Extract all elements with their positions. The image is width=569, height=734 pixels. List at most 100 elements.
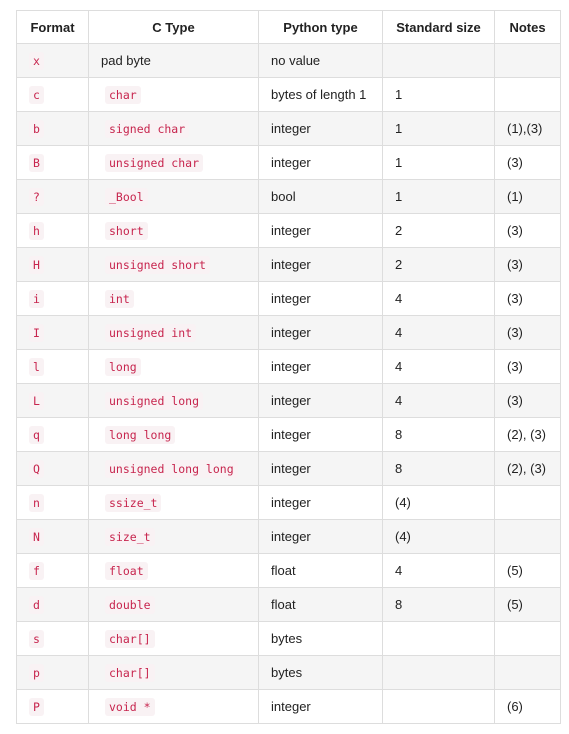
format-code: s bbox=[29, 630, 44, 648]
standard-size-cell: 4 bbox=[382, 553, 495, 588]
standard-size-cell: 1 bbox=[382, 111, 495, 146]
notes-cell: (3) bbox=[494, 315, 561, 350]
table-row: Pvoid * integer (6) bbox=[16, 689, 561, 724]
notes-cell: (3) bbox=[494, 349, 561, 384]
format-code: x bbox=[29, 52, 44, 70]
format-code: i bbox=[29, 290, 44, 308]
table-row: q long long integer 8 (2), (3) bbox=[16, 417, 561, 452]
standard-size-cell: 2 bbox=[382, 213, 495, 248]
notes-cell: (3) bbox=[494, 145, 561, 180]
standard-size-cell: 1 bbox=[382, 179, 495, 214]
table-row: Bunsigned char integer 1 (3) bbox=[16, 145, 561, 180]
notes-cell: (3) bbox=[494, 383, 561, 418]
python-type-cell: bytes bbox=[258, 621, 383, 656]
c-type-value: unsigned char bbox=[105, 154, 204, 172]
c-type-value: _Bool bbox=[105, 188, 148, 206]
table-row: n ssize_t integer (4) bbox=[16, 485, 561, 520]
python-type-cell: float bbox=[258, 587, 383, 622]
python-type-cell: bool bbox=[258, 179, 383, 214]
standard-size-cell: 4 bbox=[382, 383, 495, 418]
python-type-cell: float bbox=[258, 553, 383, 588]
c-type-value: pad byte bbox=[101, 53, 151, 68]
c-type-cell: long bbox=[88, 349, 259, 384]
notes-cell: (1) bbox=[494, 179, 561, 214]
c-type-value: float bbox=[105, 562, 148, 580]
header-notes: Notes bbox=[494, 10, 561, 44]
c-type-value: char[] bbox=[105, 630, 155, 648]
notes-cell: (5) bbox=[494, 587, 561, 622]
table-row: d double float 8 (5) bbox=[16, 587, 561, 622]
python-type-cell: integer bbox=[258, 417, 383, 452]
notes-cell bbox=[494, 485, 561, 520]
c-type-value: void * bbox=[105, 698, 155, 716]
c-type-cell: _Bool bbox=[88, 179, 259, 214]
format-cell: P bbox=[16, 689, 89, 724]
c-type-value: unsigned int bbox=[105, 324, 197, 342]
table-row: ? _Bool bool 1 (1) bbox=[16, 179, 561, 214]
c-type-cell: ssize_t bbox=[88, 485, 259, 520]
standard-size-cell bbox=[382, 655, 495, 690]
table-row: Qunsigned long long integer 8 (2), (3) bbox=[16, 451, 561, 486]
python-type-cell: bytes bbox=[258, 655, 383, 690]
table-row: Nsize_t integer (4) bbox=[16, 519, 561, 554]
format-code: n bbox=[29, 494, 44, 512]
c-type-cell: unsigned int bbox=[88, 315, 259, 350]
python-type-cell: bytes of length 1 bbox=[258, 77, 383, 112]
format-cell: N bbox=[16, 519, 89, 554]
table-row: i int integer 4 (3) bbox=[16, 281, 561, 316]
standard-size-cell: 4 bbox=[382, 281, 495, 316]
c-type-cell: void * bbox=[88, 689, 259, 724]
c-type-value: size_t bbox=[105, 528, 155, 546]
standard-size-cell: 8 bbox=[382, 587, 495, 622]
table-body: x pad byte no value c char bytes of length 11… bbox=[16, 43, 561, 724]
format-code: B bbox=[29, 154, 44, 172]
format-code: I bbox=[29, 324, 44, 342]
python-type-cell: integer bbox=[258, 213, 383, 248]
c-type-cell: unsigned long long bbox=[88, 451, 259, 486]
format-code: p bbox=[29, 664, 44, 682]
format-code: q bbox=[29, 426, 44, 444]
format-code: N bbox=[29, 528, 44, 546]
c-type-value: long long bbox=[105, 426, 176, 444]
format-cell: Q bbox=[16, 451, 89, 486]
header-standard-size: Standard size bbox=[382, 10, 495, 44]
format-cell: p bbox=[16, 655, 89, 690]
format-code: h bbox=[29, 222, 44, 240]
format-code: L bbox=[29, 392, 44, 410]
format-cell: B bbox=[16, 145, 89, 180]
c-type-value: char[] bbox=[105, 664, 155, 682]
c-type-value: int bbox=[105, 290, 134, 308]
c-type-cell: float bbox=[88, 553, 259, 588]
format-code: Q bbox=[29, 460, 44, 478]
c-type-value: unsigned long bbox=[105, 392, 204, 410]
c-type-cell: size_t bbox=[88, 519, 259, 554]
format-cell: l bbox=[16, 349, 89, 384]
notes-cell: (1),(3) bbox=[494, 111, 561, 146]
format-code: H bbox=[29, 256, 44, 274]
table-row: Iunsigned int integer 4 (3) bbox=[16, 315, 561, 350]
python-type-cell: no value bbox=[258, 43, 383, 78]
format-code: d bbox=[29, 596, 44, 614]
c-type-cell: unsigned char bbox=[88, 145, 259, 180]
header-c-type: C Type bbox=[88, 10, 259, 44]
notes-cell: (5) bbox=[494, 553, 561, 588]
notes-cell bbox=[494, 43, 561, 78]
standard-size-cell bbox=[382, 43, 495, 78]
format-cell: h bbox=[16, 213, 89, 248]
c-type-cell: int bbox=[88, 281, 259, 316]
standard-size-cell bbox=[382, 621, 495, 656]
python-type-cell: integer bbox=[258, 145, 383, 180]
format-cell: s bbox=[16, 621, 89, 656]
format-cell: L bbox=[16, 383, 89, 418]
c-type-cell: unsigned long bbox=[88, 383, 259, 418]
c-type-value: signed char bbox=[105, 120, 190, 138]
format-code: l bbox=[29, 358, 44, 376]
table-row: c char bytes of length 11 bbox=[16, 77, 561, 112]
format-table: Format C Type Python type Standard size … bbox=[16, 10, 561, 724]
python-type-cell: integer bbox=[258, 485, 383, 520]
python-type-cell: integer bbox=[258, 689, 383, 724]
c-type-cell: char bbox=[88, 77, 259, 112]
python-type-cell: integer bbox=[258, 247, 383, 282]
table-row: Hunsigned short integer 2 (3) bbox=[16, 247, 561, 282]
standard-size-cell: (4) bbox=[382, 485, 495, 520]
